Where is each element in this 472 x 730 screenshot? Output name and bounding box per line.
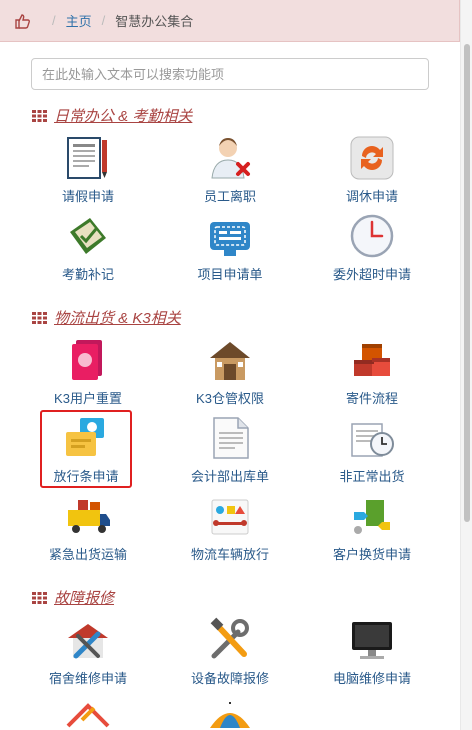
tile-label: 物流车辆放行 <box>190 547 269 562</box>
section-title-logistics: 物流出货 & K3相关 <box>32 307 181 328</box>
tile-label: K3仓管权限 <box>196 391 264 406</box>
tile-label: 电脑维修申请 <box>332 671 411 686</box>
tile-label: 员工离职 <box>203 189 256 204</box>
tile-label: K3用户重置 <box>54 391 122 406</box>
clock-icon <box>350 214 394 258</box>
breadcrumb-separator: / <box>52 13 56 28</box>
tile-outsourcing-overtime[interactable]: 委外超时申请 <box>312 212 432 286</box>
tile-pass-slip-application[interactable]: 放行条申请 <box>40 410 132 488</box>
breadcrumb-separator: / <box>101 13 106 28</box>
tile-label: 设备故障报修 <box>190 671 269 686</box>
attendance-icon <box>70 218 106 254</box>
tile-k3-warehouse-permission[interactable]: K3仓管权限 <box>170 336 290 410</box>
project-icon <box>210 222 250 256</box>
tile-label: 非正常出货 <box>339 469 405 484</box>
tile-shipping-process[interactable]: 寄件流程 <box>312 336 432 410</box>
tile-abnormal-shipment[interactable]: 非正常出货 <box>312 414 432 488</box>
pass-slip-icon <box>66 418 104 456</box>
tile-label: 调休申请 <box>345 189 398 204</box>
tile-leave-request[interactable]: 请假申请 <box>28 134 148 208</box>
parcel-icon <box>354 344 390 376</box>
abnormal-shipment-icon <box>351 423 394 457</box>
grid-icon <box>32 591 47 604</box>
grid-icon <box>32 109 47 122</box>
tile-label: 委外超时申请 <box>332 267 411 282</box>
section-title-daily-office: 日常办公 & 考勤相关 <box>32 105 192 126</box>
tile-computer-repair[interactable]: 电脑维修申请 <box>312 616 432 690</box>
truck-icon <box>68 500 110 533</box>
tile-urgent-shipment[interactable]: 紧急出货运输 <box>28 492 148 566</box>
resign-icon <box>211 138 250 179</box>
tile-label: 会计部出库单 <box>190 469 269 484</box>
tile-customer-exchange[interactable]: 客户换货申请 <box>312 492 432 566</box>
tile-vehicle-release[interactable]: 物流车辆放行 <box>170 492 290 566</box>
tile-dorm-repair[interactable]: 宿舍维修申请 <box>28 616 148 690</box>
tile-label: 考勤补记 <box>61 267 114 282</box>
tile-label: 客户换货申请 <box>332 547 411 562</box>
search-input[interactable] <box>31 58 429 90</box>
tile-label: 紧急出货运输 <box>48 547 127 562</box>
tile-label: 请假申请 <box>61 189 114 204</box>
document-icon <box>213 417 249 459</box>
umbrella-icon[interactable] <box>206 698 254 730</box>
section-title-fault-repair: 故障报修 <box>32 587 114 608</box>
hand-pointer-icon[interactable] <box>14 13 32 29</box>
tile-label: 寄件流程 <box>345 391 398 406</box>
tile-shift-swap[interactable]: 调休申请 <box>312 134 432 208</box>
tile-k3-user-reset[interactable]: K3用户重置 <box>28 336 148 410</box>
tile-label: 宿舍维修申请 <box>48 671 127 686</box>
tile-label: 放行条申请 <box>53 469 119 484</box>
breadcrumb: / 主页 / 智慧办公集合 <box>0 0 460 42</box>
dorm-repair-icon <box>68 624 108 659</box>
shift-swap-icon <box>350 136 394 180</box>
scrollbar-thumb[interactable] <box>464 44 470 522</box>
section-title-text: 物流出货 & K3相关 <box>54 310 181 327</box>
tools-icon <box>210 617 249 659</box>
tile-label: 项目申请单 <box>197 267 263 282</box>
tile-project-application[interactable]: 项目申请单 <box>170 212 290 286</box>
house-repair-icon[interactable] <box>64 698 112 730</box>
tile-equipment-repair[interactable]: 设备故障报修 <box>170 616 290 690</box>
tile-accounting-outbound[interactable]: 会计部出库单 <box>170 414 290 488</box>
vehicle-release-icon <box>211 499 249 535</box>
tile-attendance-supplement[interactable]: 考勤补记 <box>28 212 148 286</box>
exchange-icon <box>354 500 390 534</box>
section-title-text: 日常办公 & 考勤相关 <box>54 108 193 125</box>
grid-icon <box>32 311 47 324</box>
breadcrumb-home-link[interactable]: 主页 <box>66 11 92 30</box>
tile-employee-resign[interactable]: 员工离职 <box>170 134 290 208</box>
section-title-text: 故障报修 <box>54 590 115 607</box>
monitor-icon <box>352 622 392 659</box>
warehouse-icon <box>210 342 250 380</box>
leave-form-icon <box>67 137 107 179</box>
vertical-scrollbar[interactable] <box>460 0 472 730</box>
breadcrumb-current: 智慧办公集合 <box>115 14 194 29</box>
k3-user-icon <box>72 340 102 380</box>
